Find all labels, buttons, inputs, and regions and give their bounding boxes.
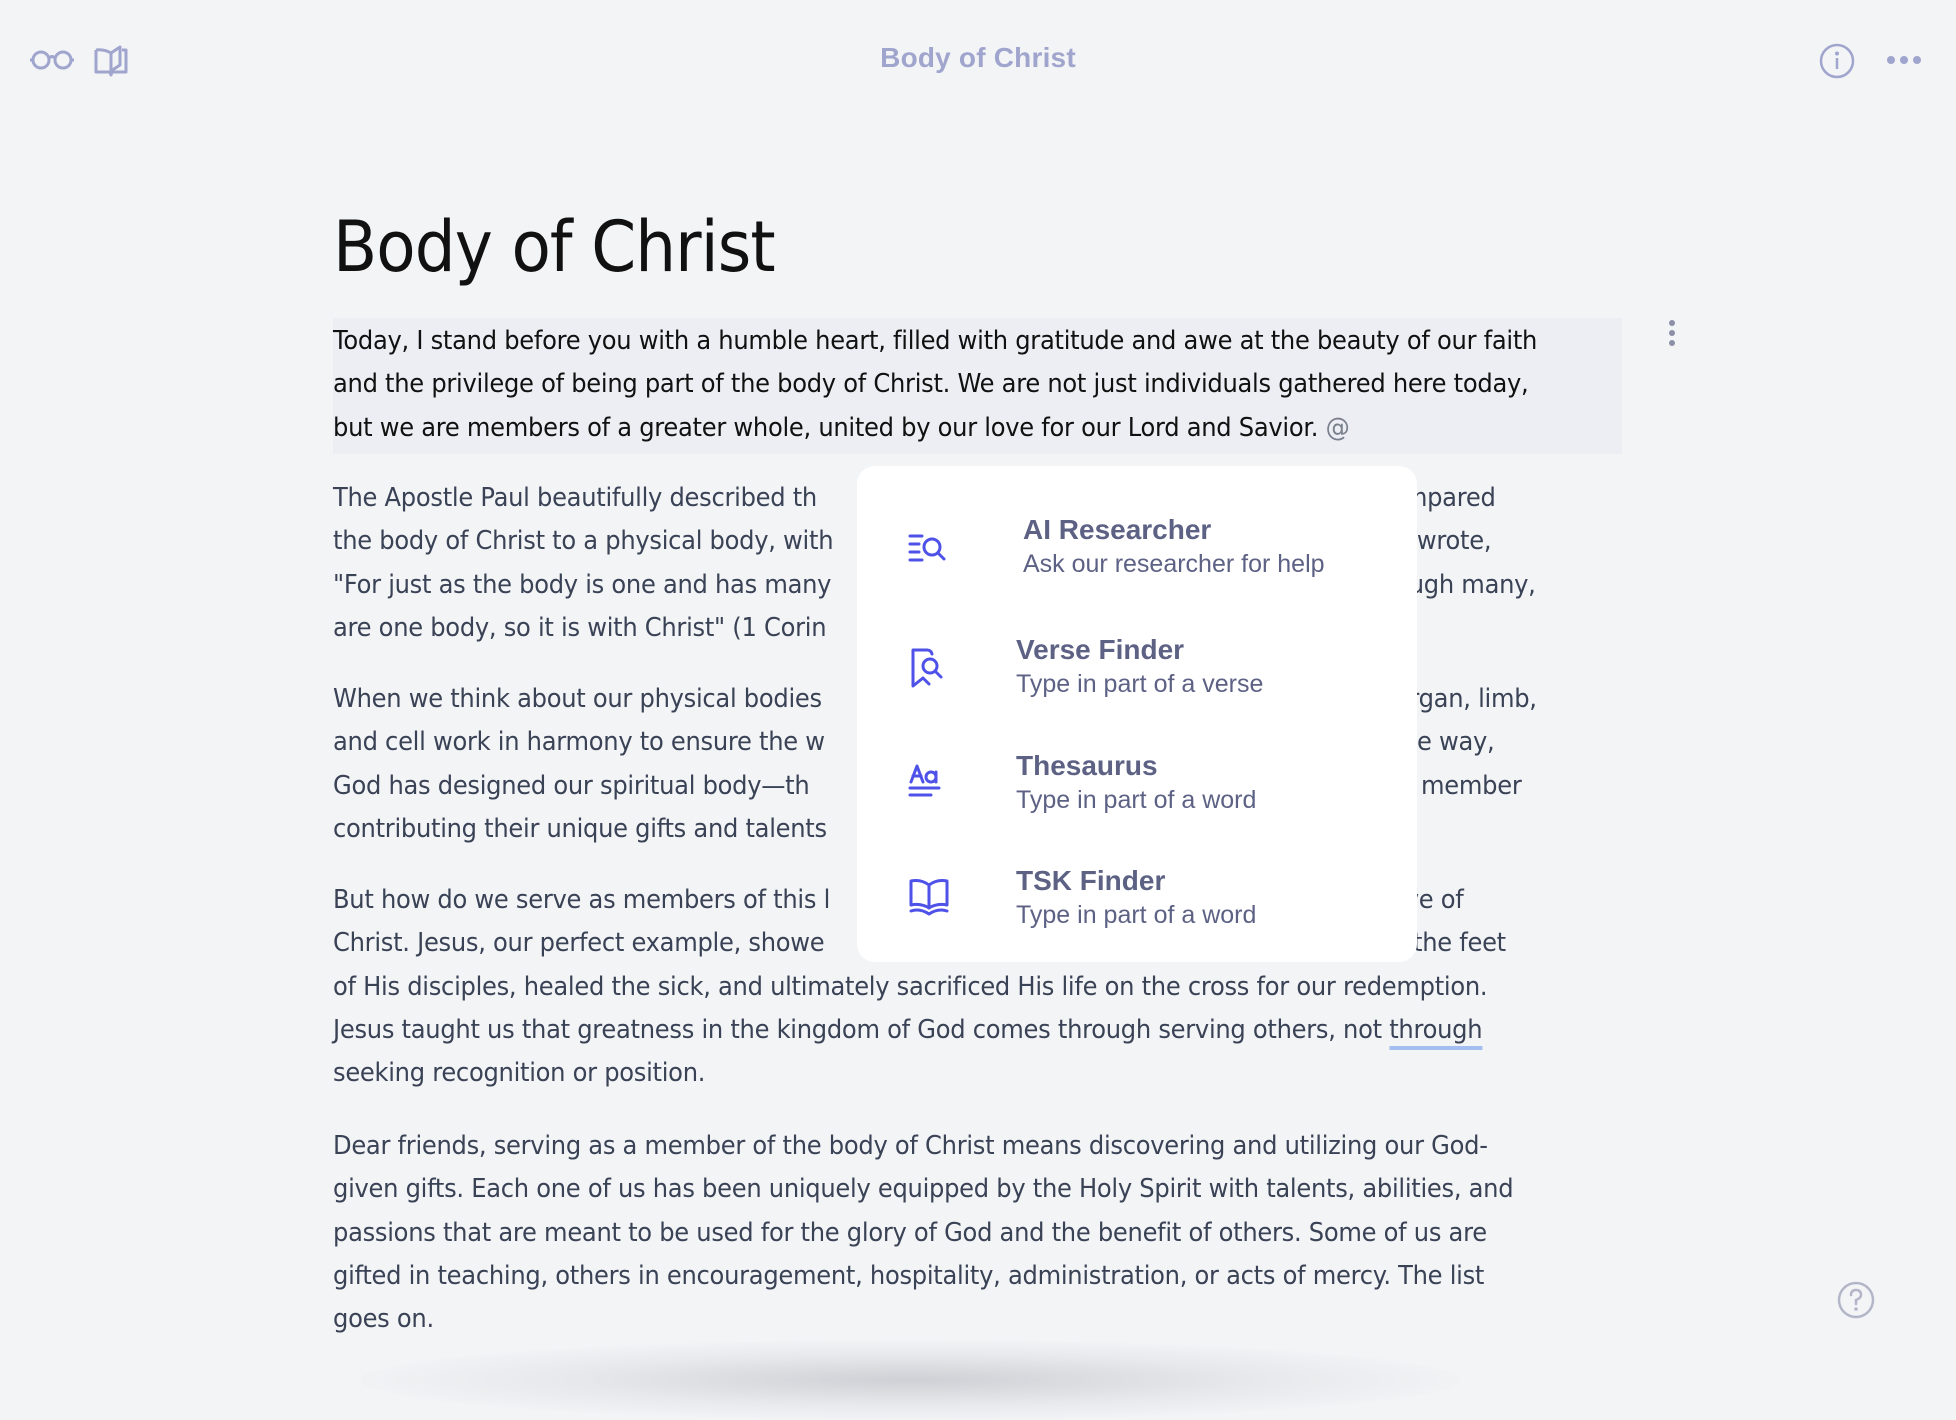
menu-item-subtitle: Type in part of a verse — [1016, 670, 1264, 698]
menu-item-verse-finder[interactable]: Verse Finder Type in part of a verse — [857, 624, 1417, 724]
line-left: the body of Christ to a physical body, w… — [333, 526, 834, 557]
line-left: God has designed our spiritual body—th — [333, 770, 810, 801]
info-icon — [1819, 43, 1855, 79]
help-button[interactable] — [1836, 1280, 1876, 1320]
more-vertical-icon — [1669, 320, 1675, 346]
paragraph-line: goes on. — [333, 1304, 434, 1335]
paragraph-line: seeking recognition or position. — [333, 1058, 706, 1089]
more-options-button[interactable] — [1884, 48, 1924, 72]
paragraph-line: but we are members of a greater whole, u… — [333, 407, 1532, 450]
menu-item-title: TSK Finder — [1016, 865, 1166, 896]
top-bar: Body of Christ — [0, 0, 1956, 120]
info-button[interactable] — [1818, 42, 1856, 80]
spellcheck-underlined-word[interactable]: through — [1389, 1014, 1483, 1050]
line-left: Christ. Jesus, our perfect example, show… — [333, 928, 825, 959]
more-horizontal-icon — [1887, 56, 1921, 64]
paragraph-line: given gifts. Each one of us has been uni… — [333, 1174, 1514, 1205]
paragraph-line: gifted in teaching, others in encouragem… — [333, 1260, 1485, 1291]
paragraph-line: Dear friends, serving as a member of the… — [333, 1131, 1488, 1161]
line-left: and cell work in harmony to ensure the w — [333, 727, 825, 758]
paragraph-text: but we are members of a greater whole, u… — [333, 412, 1319, 443]
line-left: contributing their unique gifts and tale… — [333, 813, 827, 844]
menu-item-tsk-finder[interactable]: TSK Finder Type in part of a word — [857, 855, 1417, 955]
line-text: Jesus taught us that greatness in the ki… — [333, 1014, 1390, 1045]
bookmark-search-icon — [911, 648, 943, 688]
help-circle-icon — [1837, 1281, 1875, 1319]
mention-trigger: @ — [1325, 412, 1350, 443]
paragraph-5[interactable]: Dear friends, serving as a member of the… — [333, 1125, 1623, 1341]
line-left: are one body, so it is with Christ" (1 C… — [333, 612, 827, 643]
paragraph-line: passions that are meant to be used for t… — [333, 1217, 1487, 1248]
document-title[interactable]: Body of Christ — [333, 206, 776, 288]
app-title: Body of Christ — [880, 42, 1076, 73]
menu-item-subtitle: Type in part of a word — [1016, 786, 1257, 814]
bottom-fade — [360, 1340, 1460, 1420]
menu-item-subtitle: Ask our researcher for help — [1023, 550, 1325, 578]
menu-item-ai-researcher[interactable]: AI Researcher Ask our researcher for hel… — [857, 506, 1417, 606]
paragraph-line: Today, I stand before you with a humble … — [333, 326, 1538, 356]
paragraph-line: Jesus taught us that greatness in the ki… — [333, 1009, 1533, 1052]
book-open-icon — [909, 879, 949, 916]
menu-item-title: Thesaurus — [1016, 750, 1158, 781]
line-left: But how do we serve as members of this l — [333, 885, 831, 915]
menu-item-subtitle: Type in part of a word — [1016, 901, 1257, 929]
insert-tools-menu: AI Researcher Ask our researcher for hel… — [857, 466, 1417, 962]
list-search-icon — [908, 534, 946, 562]
line-left: When we think about our physical bodies — [333, 684, 822, 714]
menu-item-thesaurus[interactable]: Thesaurus Type in part of a word — [857, 740, 1417, 840]
line-left: The Apostle Paul beautifully described t… — [333, 483, 817, 513]
paragraph-line: of His disciples, healed the sick, and u… — [333, 971, 1488, 1002]
paragraph-1[interactable]: Today, I stand before you with a humble … — [333, 318, 1622, 454]
menu-item-title: AI Researcher — [1023, 514, 1212, 545]
line-left: "For just as the body is one and has man… — [333, 569, 832, 600]
block-options-button[interactable] — [1664, 318, 1680, 348]
menu-item-title: Verse Finder — [1016, 634, 1185, 665]
paragraph-line: and the privilege of being part of the b… — [333, 369, 1529, 400]
text-format-icon — [908, 764, 941, 797]
